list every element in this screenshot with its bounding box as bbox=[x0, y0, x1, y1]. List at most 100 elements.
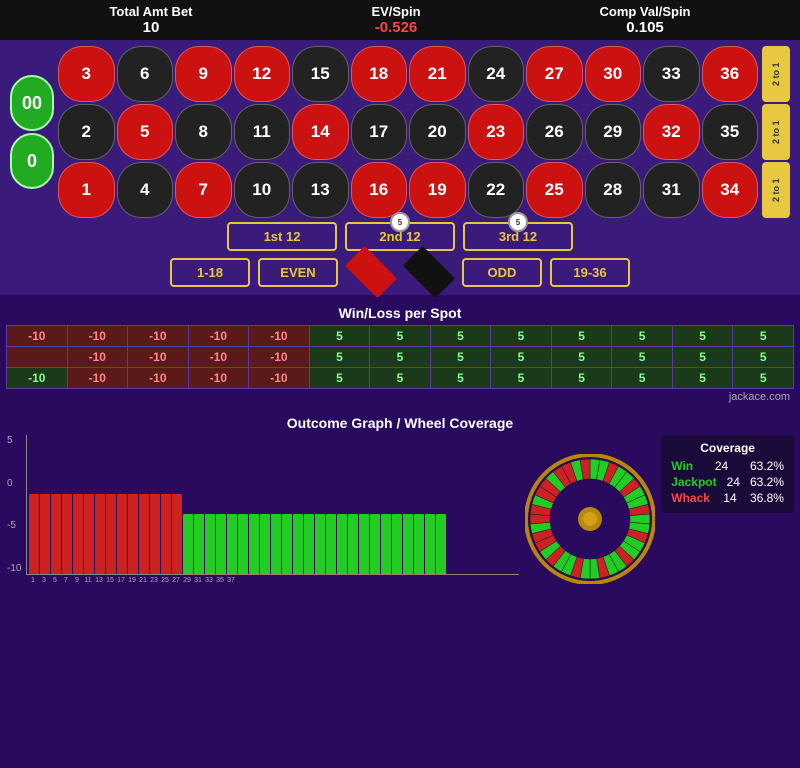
bar-18 bbox=[227, 514, 237, 574]
bar-21 bbox=[260, 514, 270, 574]
wl-cell-2-7: 5 bbox=[491, 368, 552, 389]
num-cell-6[interactable]: 6 bbox=[117, 46, 174, 102]
col-payout-1[interactable]: 2 to 1 bbox=[762, 46, 790, 102]
cov-win-label: Win bbox=[671, 459, 693, 473]
bar-5 bbox=[84, 494, 94, 574]
x-axis-labels: 135791113151719212325272931333537 bbox=[6, 577, 519, 584]
num-cell-7[interactable]: 7 bbox=[175, 162, 232, 218]
odd-bet[interactable]: ODD bbox=[462, 258, 542, 287]
num-cell-15[interactable]: 15 bbox=[292, 46, 349, 102]
wl-row-label-2: -10 bbox=[7, 368, 68, 389]
cov-whack-row: Whack 14 36.8% bbox=[671, 491, 784, 505]
num-cell-2[interactable]: 2 bbox=[58, 104, 115, 160]
total-amt-bet-block: Total Amt Bet 10 bbox=[109, 4, 192, 36]
bar-22 bbox=[271, 514, 281, 574]
num-cell-29[interactable]: 29 bbox=[585, 104, 642, 160]
col-payout-3[interactable]: 2 to 1 bbox=[762, 162, 790, 218]
bar-28 bbox=[337, 514, 347, 574]
bar-17 bbox=[216, 514, 226, 574]
bar-6 bbox=[95, 494, 105, 574]
bar-13 bbox=[172, 494, 182, 574]
num-cell-17[interactable]: 17 bbox=[351, 104, 408, 160]
num-cell-22[interactable]: 22 bbox=[468, 162, 525, 218]
num-cell-16[interactable]: 16 bbox=[351, 162, 408, 218]
num-cell-30[interactable]: 30 bbox=[585, 46, 642, 102]
bar-chart: 5 0 -5 -10 bbox=[26, 435, 519, 575]
third-12-bet-wrapper: 3rd 12 5 bbox=[463, 222, 573, 251]
chip-on-second-12: 5 bbox=[390, 212, 410, 232]
first-12-bet[interactable]: 1st 12 bbox=[227, 222, 337, 251]
wl-cell-0-12: 5 bbox=[733, 326, 794, 347]
second-12-bet-wrapper: 2nd 12 5 bbox=[345, 222, 455, 251]
x-label-11: 11 bbox=[83, 577, 93, 584]
coverage-table: Coverage Win 24 63.2% Jackpot 24 63.2% W… bbox=[661, 435, 794, 513]
x-label-19: 19 bbox=[127, 577, 137, 584]
num-cell-3[interactable]: 3 bbox=[58, 46, 115, 102]
low-bet[interactable]: 1-18 bbox=[170, 258, 250, 287]
even-bet[interactable]: EVEN bbox=[258, 258, 338, 287]
num-cell-4[interactable]: 4 bbox=[117, 162, 174, 218]
num-cell-23[interactable]: 23 bbox=[468, 104, 525, 160]
high-bet[interactable]: 19-36 bbox=[550, 258, 630, 287]
num-cell-36[interactable]: 36 bbox=[702, 46, 759, 102]
x-label-17: 17 bbox=[116, 577, 126, 584]
zero-column: 00 0 bbox=[10, 46, 54, 218]
zero-cell[interactable]: 0 bbox=[10, 133, 54, 189]
double-zero-cell[interactable]: 00 bbox=[10, 75, 54, 131]
cov-jackpot-pct: 63.2% bbox=[750, 475, 784, 489]
num-cell-12[interactable]: 12 bbox=[234, 46, 291, 102]
bar-31 bbox=[370, 514, 380, 574]
num-cell-11[interactable]: 11 bbox=[234, 104, 291, 160]
wl-cell-0-11: 5 bbox=[672, 326, 733, 347]
num-cell-32[interactable]: 32 bbox=[643, 104, 700, 160]
num-cell-31[interactable]: 31 bbox=[643, 162, 700, 218]
num-cell-33[interactable]: 33 bbox=[643, 46, 700, 102]
wl-cell-2-10: 5 bbox=[672, 368, 733, 389]
wl-cell-0-8: 5 bbox=[491, 326, 552, 347]
cov-jackpot-row: Jackpot 24 63.2% bbox=[671, 475, 784, 489]
bar-11 bbox=[150, 494, 160, 574]
num-cell-10[interactable]: 10 bbox=[234, 162, 291, 218]
num-cell-28[interactable]: 28 bbox=[585, 162, 642, 218]
num-cell-21[interactable]: 21 bbox=[409, 46, 466, 102]
y-label-5: 5 bbox=[7, 435, 21, 446]
num-cell-1[interactable]: 1 bbox=[58, 162, 115, 218]
bar-3 bbox=[62, 494, 72, 574]
num-cell-14[interactable]: 14 bbox=[292, 104, 349, 160]
num-cell-13[interactable]: 13 bbox=[292, 162, 349, 218]
x-label-27: 27 bbox=[171, 577, 181, 584]
num-cell-25[interactable]: 25 bbox=[526, 162, 583, 218]
num-cell-19[interactable]: 19 bbox=[409, 162, 466, 218]
x-label-5: 5 bbox=[50, 577, 60, 584]
num-cell-26[interactable]: 26 bbox=[526, 104, 583, 160]
wheel-hub-inner bbox=[583, 512, 597, 526]
winloss-table: -10-10-10-10-1055555555-10-10-10-1055555… bbox=[6, 325, 794, 389]
wl-cell-0-9: 5 bbox=[551, 326, 612, 347]
col-payout-2[interactable]: 2 to 1 bbox=[762, 104, 790, 160]
ev-spin-value: -0.526 bbox=[371, 19, 420, 36]
winloss-title: Win/Loss per Spot bbox=[6, 305, 794, 321]
num-cell-34[interactable]: 34 bbox=[702, 162, 759, 218]
black-diamond[interactable] bbox=[403, 246, 455, 298]
wl-cell-2-5: 5 bbox=[370, 368, 431, 389]
wl-cell-1-4: -10 bbox=[249, 347, 310, 368]
num-cell-27[interactable]: 27 bbox=[526, 46, 583, 102]
x-label-25: 25 bbox=[160, 577, 170, 584]
wl-cell-2-0: -10 bbox=[67, 368, 128, 389]
roulette-table-area: 00 0 36912151821242730333625811141720232… bbox=[0, 40, 800, 295]
bar-35 bbox=[414, 514, 424, 574]
bar-37 bbox=[436, 514, 446, 574]
red-diamond[interactable] bbox=[345, 246, 397, 298]
num-cell-18[interactable]: 18 bbox=[351, 46, 408, 102]
x-label-29: 29 bbox=[182, 577, 192, 584]
num-cell-24[interactable]: 24 bbox=[468, 46, 525, 102]
wl-cell-1-7: 5 bbox=[430, 347, 491, 368]
x-label-33: 33 bbox=[204, 577, 214, 584]
num-cell-5[interactable]: 5 bbox=[117, 104, 174, 160]
num-cell-35[interactable]: 35 bbox=[702, 104, 759, 160]
outcome-section: Outcome Graph / Wheel Coverage 5 0 -5 -1… bbox=[0, 411, 800, 588]
num-cell-20[interactable]: 20 bbox=[409, 104, 466, 160]
num-cell-8[interactable]: 8 bbox=[175, 104, 232, 160]
wl-cell-1-8: 5 bbox=[491, 347, 552, 368]
num-cell-9[interactable]: 9 bbox=[175, 46, 232, 102]
